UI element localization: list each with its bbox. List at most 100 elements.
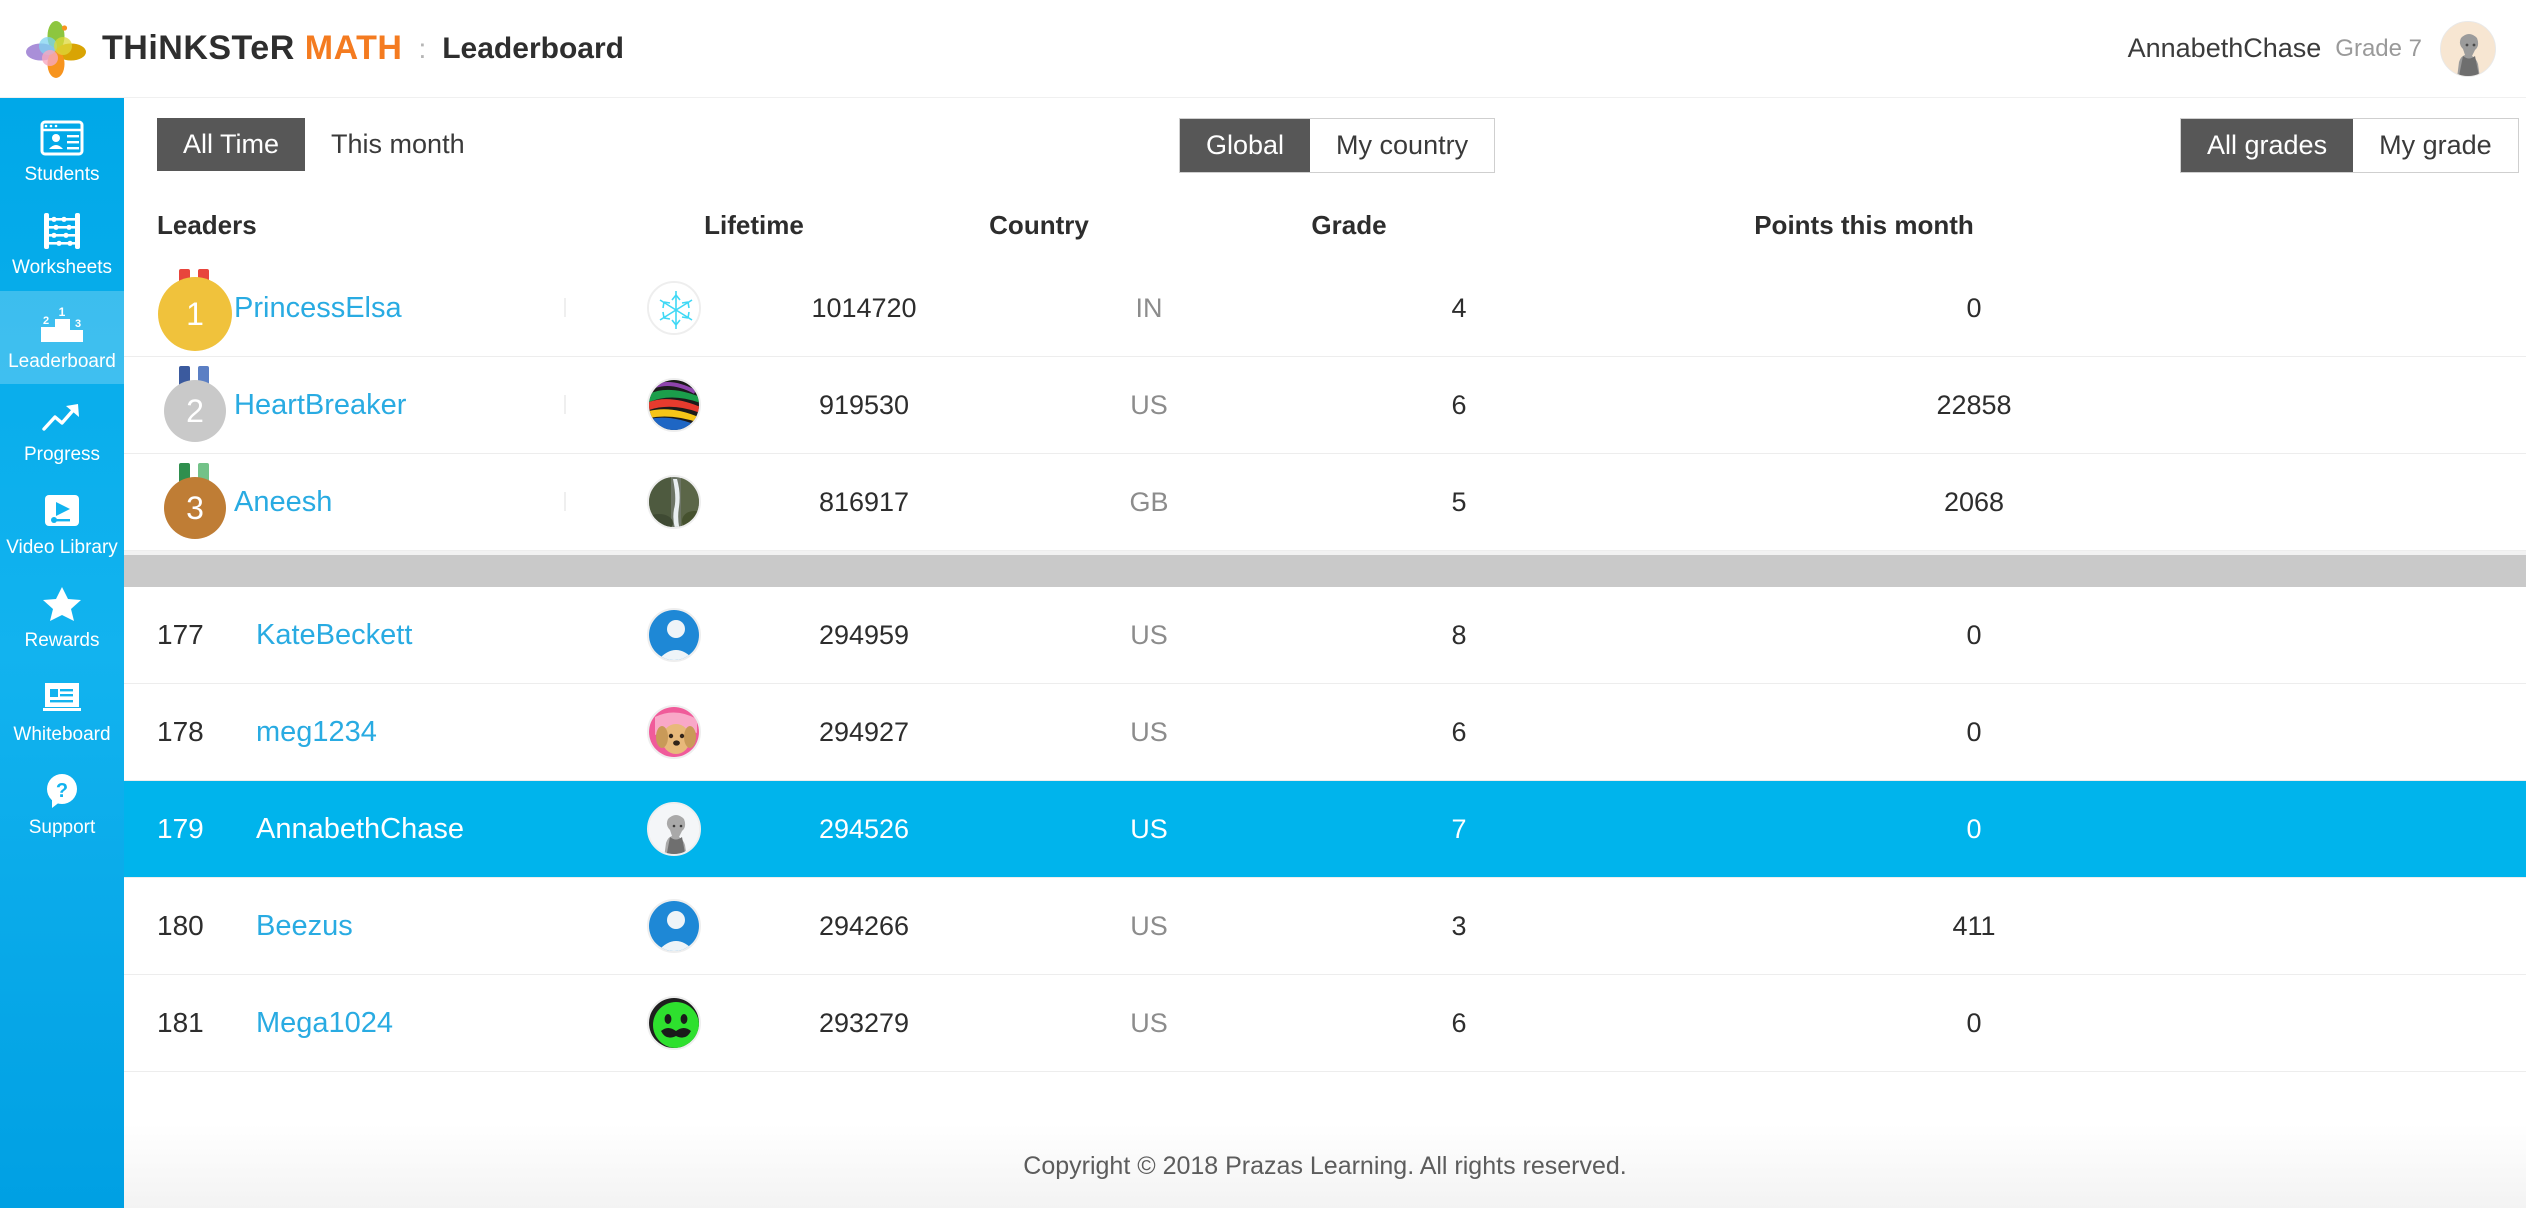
sidebar-item-students[interactable]: Students (0, 104, 124, 197)
time-filter-group: All Time This month (157, 118, 491, 171)
rank-gap-separator (124, 551, 2526, 587)
tab-global[interactable]: Global (1180, 119, 1311, 172)
table-row[interactable]: 3 Aneesh 816917 GB 5 2068 (124, 454, 2526, 551)
cell-points: 2068 (1943, 486, 2005, 517)
cell-lifetime: 294959 (818, 619, 910, 650)
leaderboard-page: THiNKSTeR MATH : Leaderboard AnnabethCha… (0, 0, 2526, 1208)
page-title: Leaderboard (442, 31, 624, 65)
cell-points: 0 (1966, 619, 1982, 650)
cell-grade: 6 (1451, 389, 1467, 420)
user-link[interactable]: Beezus (256, 910, 353, 942)
sidebar-item-rewards[interactable]: Rewards (0, 570, 124, 663)
rank-number: 2 (164, 380, 226, 442)
rank-number: 178 (157, 716, 204, 747)
whiteboard-icon (2, 677, 122, 719)
cell-grade: 3 (1451, 910, 1467, 941)
svg-text:1: 1 (59, 305, 66, 319)
table-row-current-user[interactable]: 179 AnnabethChase 294526 US 7 0 (124, 781, 2526, 878)
cell-country: GB (1129, 486, 1169, 517)
sidebar-item-label: Rewards (24, 630, 100, 652)
user-link[interactable]: HeartBreaker (234, 389, 406, 421)
table-row[interactable]: 180 Beezus 294266 US 3 411 (124, 878, 2526, 975)
cell-points: 0 (1966, 716, 1982, 747)
sidebar-item-video-library[interactable]: Video Library (0, 477, 124, 570)
video-play-icon (2, 490, 122, 532)
cell-lifetime: 294526 (818, 813, 910, 844)
rank-number: 3 (164, 477, 226, 539)
table-row[interactable]: 1 PrincessElsa 1014720 IN 4 0 (124, 260, 2526, 357)
user-link[interactable]: PrincessElsa (234, 292, 402, 324)
column-header-grade: Grade (1311, 209, 1387, 240)
user-menu[interactable]: AnnabethChase Grade 7 (2127, 20, 2526, 77)
brand-math: MATH (304, 29, 403, 67)
sidebar-item-whiteboard[interactable]: Whiteboard (0, 664, 124, 757)
sidebar-item-label: Whiteboard (13, 723, 111, 745)
user-link[interactable]: Aneesh (234, 486, 332, 518)
brand-area[interactable]: THiNKSTeR MATH : Leaderboard (0, 19, 624, 79)
avatar (624, 378, 724, 432)
green-mustache-avatar (647, 996, 701, 1050)
svg-text:2: 2 (43, 315, 49, 327)
cell-points: 0 (1966, 1007, 1982, 1038)
puppy-avatar (647, 705, 701, 759)
snowflake-avatar (647, 281, 701, 335)
tab-all-grades[interactable]: All grades (2181, 119, 2354, 172)
sidebar-item-support[interactable]: ? Support (0, 757, 124, 850)
cell-lifetime: 293279 (818, 1007, 910, 1038)
cell-points: 0 (1966, 292, 1982, 323)
tab-all-time[interactable]: All Time (157, 118, 306, 171)
user-link[interactable]: Mega1024 (256, 1007, 393, 1039)
cell-grade: 6 (1451, 1007, 1467, 1038)
sidebar-item-leaderboard[interactable]: 1 2 3 Leaderboard (0, 290, 124, 384)
gold-medal-icon: 1 (159, 269, 231, 347)
silver-medal-icon: 2 (159, 366, 231, 444)
question-bubble-icon: ? (2, 770, 122, 812)
cell-grade: 7 (1451, 813, 1467, 844)
image-placeholder (564, 298, 624, 317)
user-link[interactable]: meg1234 (256, 716, 377, 748)
user-name: AnnabethChase (2127, 33, 2322, 63)
sidebar-item-worksheets[interactable]: Worksheets (0, 197, 124, 290)
avatar (624, 802, 724, 856)
user-link[interactable]: AnnabethChase (256, 813, 464, 845)
sidebar-item-progress[interactable]: Progress (0, 384, 124, 477)
column-header-lifetime: Lifetime (704, 209, 804, 240)
tab-my-grade[interactable]: My grade (2353, 119, 2518, 172)
abacus-icon (2, 210, 122, 252)
top-bar: THiNKSTeR MATH : Leaderboard AnnabethCha… (0, 0, 2526, 98)
rank-medal: 2 (124, 366, 234, 444)
cell-country: US (1130, 716, 1168, 747)
table-row[interactable]: 177 KateBeckett 294959 US 8 0 (124, 587, 2526, 684)
sidebar-item-label: Progress (23, 443, 101, 465)
sidebar-item-label: Leaderboard (8, 350, 116, 372)
table-row[interactable]: 2 HeartBreaker 919530 US 6 22858 (124, 357, 2526, 454)
brand-separator: : (418, 32, 427, 64)
podium-icon: 1 2 3 (2, 304, 122, 346)
avatar (624, 281, 724, 335)
avatar (624, 899, 724, 953)
avatar (624, 996, 724, 1050)
cell-points: 0 (1966, 813, 1982, 844)
cell-lifetime: 294927 (818, 716, 910, 747)
avatar (624, 705, 724, 759)
rank-number: 180 (157, 910, 204, 941)
user-link[interactable]: KateBeckett (256, 619, 412, 651)
table-row[interactable]: 178 meg1234 294927 US 6 0 (124, 684, 2526, 781)
avatar (624, 608, 724, 662)
image-placeholder (564, 492, 624, 511)
image-placeholder (564, 395, 624, 414)
footer: Copyright © 2018 Prazas Learning. All ri… (124, 1124, 2526, 1208)
rank-number: 179 (157, 813, 204, 844)
thinkster-logo-icon (26, 19, 86, 79)
tab-my-country[interactable]: My country (1310, 119, 1495, 172)
table-header-row: Leaders Lifetime Country Grade Points th… (124, 190, 2526, 260)
copyright-text: Copyright © 2018 Prazas Learning. All ri… (1023, 1151, 1627, 1180)
rank-number: 181 (157, 1007, 204, 1038)
user-grade: Grade 7 (2335, 34, 2422, 62)
rank-number: 177 (157, 619, 204, 650)
rank-medal: 1 (124, 269, 234, 347)
tab-this-month[interactable]: This month (305, 118, 491, 171)
avatar[interactable] (2440, 20, 2496, 77)
table-row[interactable]: 181 Mega1024 293279 US 6 0 (124, 975, 2526, 1072)
avatar (624, 475, 724, 529)
